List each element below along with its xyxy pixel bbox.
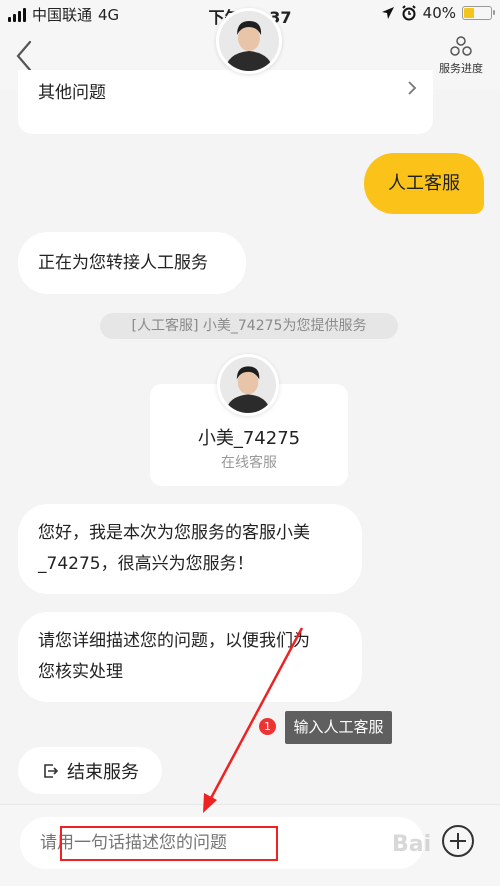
annotation-arrow [203,627,304,813]
